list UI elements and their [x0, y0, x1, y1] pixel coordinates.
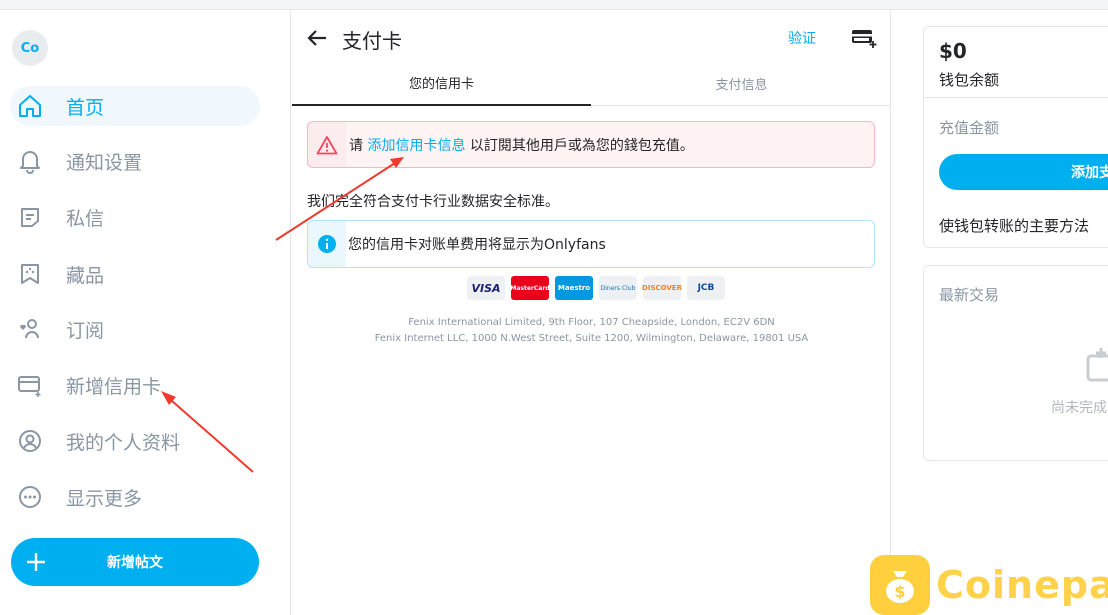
wallet-balance-label: 钱包余额 [939, 71, 1000, 89]
profile-icon [15, 426, 45, 456]
empty-card-icon [1086, 348, 1108, 382]
browser-top-strip [0, 0, 1108, 10]
address-line: Fenix Internet LLC, 1000 N.West Street, … [374, 333, 809, 344]
divider [924, 97, 1108, 98]
diners-club-logo: Diners Club [599, 276, 637, 300]
sidebar-item-label: 藏品 [66, 264, 105, 287]
message-icon [15, 202, 45, 232]
add-card-alert: 请 添加信用卡信息 以訂閱其他用戶或為您的錢包充值。 [307, 121, 875, 168]
primary-method-text: 使钱包转账的主要方法 [939, 217, 1090, 235]
info-text: 您的信用卡对账单费用将显示为Onlyfans [348, 237, 606, 253]
pci-compliance-text: 我们完全符合支付卡行业数据安全标准。 [307, 194, 559, 210]
add-card-link[interactable]: 添加信用卡信息 [367, 138, 465, 154]
sidebar-item-label: 新增信用卡 [66, 375, 162, 398]
add-card-icon [15, 370, 45, 400]
back-arrow-icon[interactable] [306, 27, 328, 49]
add-card-icon[interactable] [851, 27, 877, 49]
maestro-logo: Maestro [555, 276, 593, 300]
tab-payment-info[interactable]: 支付信息 [592, 60, 891, 106]
new-post-label: 新增帖文 [107, 555, 163, 571]
latest-transactions-card: 最新交易 尚未完成 [923, 265, 1108, 461]
topup-amount-label: 充值金额 [939, 119, 1000, 137]
sidebar-item-label: 通知设置 [66, 151, 143, 174]
latest-transactions-title: 最新交易 [939, 286, 1000, 304]
sidebar-item-label: 我的个人资料 [66, 431, 181, 454]
wallet-card: $0 钱包余额 充值金额 添加支 使钱包转账的主要方法 [923, 26, 1108, 248]
watermark-text: Coinepay [936, 563, 1108, 607]
bookmark-icon [15, 259, 45, 289]
sidebar-item-label: 首页 [66, 96, 105, 119]
company-address: Fenix International Limited, 9th Floor, … [292, 315, 891, 347]
sidebar-item-label: 显示更多 [66, 487, 143, 510]
add-funds-button[interactable]: 添加支 [939, 154, 1108, 190]
sidebar-item-more[interactable]: 显示更多 [10, 477, 260, 517]
tab-bar: 您的信用卡 支付信息 [292, 60, 891, 106]
user-heart-icon [15, 314, 45, 344]
mastercard-logo: MasterCard [510, 276, 550, 300]
sidebar-item-label: 私信 [66, 207, 105, 230]
money-bag-icon: $ [870, 555, 930, 615]
empty-state-text: 尚未完成 [1051, 400, 1107, 416]
info-icon [308, 221, 346, 267]
jcb-logo: JCB [687, 276, 725, 300]
verify-link[interactable]: 验证 [788, 28, 816, 48]
coinepay-watermark: $ Coinepay [870, 555, 1108, 615]
sidebar-item-profile[interactable]: 我的个人资料 [10, 421, 260, 461]
sidebar-item-add-card[interactable]: 新增信用卡 [10, 365, 260, 405]
more-icon [15, 482, 45, 512]
bell-icon [15, 146, 45, 176]
sidebar-item-label: 订阅 [66, 319, 105, 342]
sidebar-item-home[interactable]: 首页 [10, 86, 260, 126]
sidebar-item-subscriptions[interactable]: 订阅 [10, 309, 260, 349]
sidebar-item-notifications[interactable]: 通知设置 [10, 141, 260, 181]
alert-text: 请 添加信用卡信息 以訂閱其他用戶或為您的錢包充值。 [349, 137, 694, 154]
tab-your-cards[interactable]: 您的信用卡 [292, 60, 591, 106]
page-title: 支付卡 [342, 29, 402, 53]
warning-icon [308, 122, 346, 167]
new-post-button[interactable]: 新增帖文 [11, 538, 259, 586]
main-panel: 支付卡 验证 您的信用卡 支付信息 请 添加信用卡信息 以訂閱其他用戶或為您的錢… [292, 10, 891, 615]
home-icon [15, 91, 45, 121]
sidebar-item-collections[interactable]: 藏品 [10, 254, 260, 294]
visa-logo: VISA [467, 276, 505, 300]
svg-text:$: $ [894, 582, 905, 601]
statement-info: 您的信用卡对账单费用将显示为Onlyfans [307, 220, 875, 268]
discover-logo: DISCOVER [642, 276, 682, 300]
address-line: Fenix International Limited, 9th Floor, … [408, 317, 775, 328]
sidebar: Co 首页 通知设置 私信 藏品 订阅 新增信用卡 我的个人资料 显示更多 新增… [0, 10, 291, 615]
sidebar-item-messages[interactable]: 私信 [10, 197, 260, 237]
avatar[interactable]: Co [12, 30, 48, 66]
wallet-balance: $0 [939, 39, 967, 63]
card-logos: VISA MasterCard Maestro Diners Club DISC… [467, 276, 725, 300]
